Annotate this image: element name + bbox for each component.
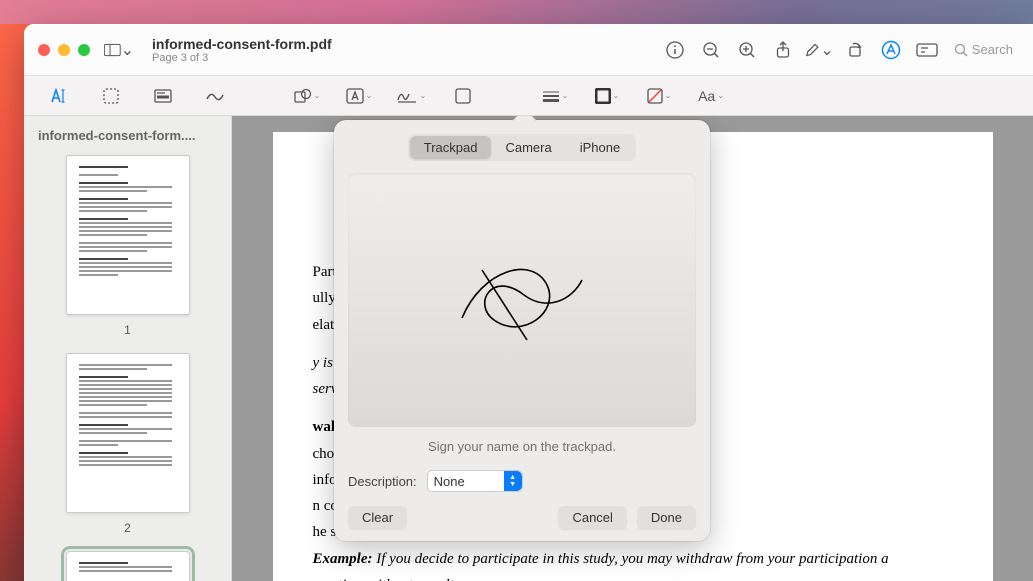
page-viewport[interactable]: Participants need to be made aware that …	[232, 116, 1033, 581]
note-tool[interactable]	[446, 82, 480, 110]
chevron-down-icon: ⌄	[562, 91, 569, 100]
fill-color-tool[interactable]: ⌄	[642, 82, 676, 110]
titlebar: ⌄ informed-consent-form.pdf Page 3 of 3	[24, 24, 1033, 76]
thumbnail-number: 1	[124, 323, 131, 337]
rect-select-tool[interactable]	[94, 82, 128, 110]
window-controls	[38, 44, 90, 56]
border-color-tool[interactable]: ⌄	[590, 82, 624, 110]
border-style-tool[interactable]: ⌄	[538, 82, 572, 110]
example-label: Example:	[313, 551, 373, 567]
description-value: None	[434, 474, 465, 489]
signature-source-tabs: Trackpad Camera iPhone	[348, 134, 696, 161]
chevron-down-icon: ⌄	[314, 91, 321, 100]
thumbnail-item[interactable]	[34, 551, 221, 581]
markup-toolbar-button[interactable]	[876, 35, 906, 65]
zoom-out-button[interactable]	[696, 35, 726, 65]
sign-tool[interactable]: ⌄	[394, 82, 428, 110]
zoom-in-button[interactable]	[732, 35, 762, 65]
chevron-down-icon: ⌄	[820, 40, 833, 60]
thumbnail-item[interactable]: 2	[34, 353, 221, 535]
document-title-area: informed-consent-form.pdf Page 3 of 3	[152, 36, 332, 64]
done-button[interactable]: Done	[637, 506, 696, 529]
share-button[interactable]	[768, 35, 798, 65]
description-label: Description:	[348, 474, 417, 489]
clear-button[interactable]: Clear	[348, 506, 407, 529]
info-button[interactable]	[660, 35, 690, 65]
preview-window: ⌄ informed-consent-form.pdf Page 3 of 3	[24, 24, 1033, 581]
search-field[interactable]: Search	[948, 42, 1019, 57]
chevron-down-icon: ⌄	[613, 91, 620, 100]
chevron-down-icon: ⌄	[366, 91, 373, 100]
text-tool[interactable]: ⌄	[342, 82, 376, 110]
macos-menubar	[0, 0, 1033, 24]
sketch-tool[interactable]	[198, 82, 232, 110]
select-arrows-icon: ▲▼	[504, 471, 522, 491]
signature-drawing	[432, 240, 612, 360]
rotate-button[interactable]	[840, 35, 870, 65]
sidebar-doc-label: informed-consent-form....	[34, 128, 221, 143]
content-area: informed-consent-form.... 1	[24, 116, 1033, 581]
tab-trackpad[interactable]: Trackpad	[410, 136, 492, 159]
thumbnail-number: 2	[124, 521, 131, 535]
redact-tool[interactable]	[146, 82, 180, 110]
close-button[interactable]	[38, 44, 50, 56]
markup-toolbar: ⌄ ⌄ ⌄ ⌄ ⌄ ⌄	[24, 76, 1033, 116]
signature-popover: Trackpad Camera iPhone Sign your name on…	[334, 120, 710, 541]
markup-pen-button[interactable]: ⌄	[804, 35, 834, 65]
shapes-tool[interactable]: ⌄	[290, 82, 324, 110]
thumbnail-sidebar: informed-consent-form.... 1	[24, 116, 232, 581]
search-icon	[954, 43, 968, 57]
page-indicator: Page 3 of 3	[152, 52, 332, 64]
signature-hint: Sign your name on the trackpad.	[348, 439, 696, 454]
search-placeholder: Search	[972, 42, 1013, 57]
zoom-button[interactable]	[78, 44, 90, 56]
thumbnail-item[interactable]: 1	[34, 155, 221, 337]
form-fields-button[interactable]	[912, 35, 942, 65]
minimize-button[interactable]	[58, 44, 70, 56]
tab-iphone[interactable]: iPhone	[566, 136, 634, 159]
chevron-down-icon: ⌄	[121, 40, 134, 60]
document-title: informed-consent-form.pdf	[152, 36, 332, 52]
font-tool[interactable]: Aa ⌄	[694, 82, 728, 110]
signature-canvas[interactable]	[348, 173, 696, 427]
cancel-button[interactable]: Cancel	[558, 506, 626, 529]
chevron-down-icon: ⌄	[717, 91, 724, 100]
tab-camera[interactable]: Camera	[491, 136, 565, 159]
body-text: any time without penalty.	[313, 577, 464, 581]
body-text: If you decide to participate in this stu…	[373, 551, 889, 567]
sidebar-toggle-button[interactable]: ⌄	[104, 35, 134, 65]
chevron-down-icon: ⌄	[665, 91, 672, 100]
text-select-tool[interactable]	[42, 82, 76, 110]
chevron-down-icon: ⌄	[420, 91, 427, 100]
description-select[interactable]: None ▲▼	[427, 470, 523, 492]
